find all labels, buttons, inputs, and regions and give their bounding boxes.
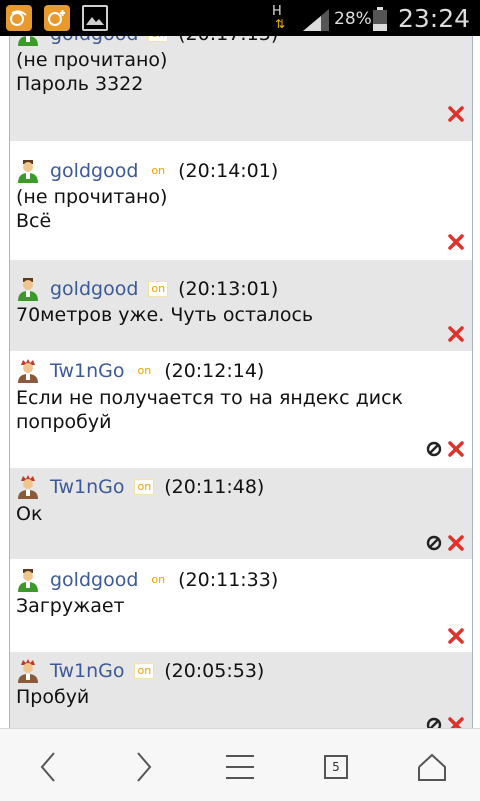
delete-icon[interactable] (448, 234, 464, 250)
home-button[interactable] (412, 747, 452, 787)
message-actions (426, 440, 464, 458)
online-badge: on (151, 573, 166, 586)
ban-icon[interactable] (426, 535, 442, 551)
forward-button[interactable] (124, 747, 164, 787)
message-header: Tw1nGo on (20:05:53) (16, 659, 264, 683)
delete-icon[interactable] (448, 535, 464, 551)
chat-message: goldgood on (20:13:01) 70метров уже. Чуть о… (10, 260, 472, 352)
chat-message: Tw1nGo on (20:11:48) Ок (10, 468, 472, 560)
message-body: Загружает (16, 594, 456, 618)
message-text-line: (не прочитано) (16, 186, 168, 208)
username-link[interactable]: Tw1nGo (50, 660, 124, 682)
message-header: goldgood on (20:13:01) (16, 277, 278, 301)
data-activity-icon: ⇅ (275, 17, 286, 31)
chat-message: Tw1nGo on (20:05:53) Пробуй (10, 652, 472, 728)
tabs-count: 5 (324, 755, 348, 779)
message-body: Если не получается то на яндекс диск попр… (16, 386, 456, 434)
message-time: (20:17:13) (178, 36, 278, 45)
message-text-line: Загружает (16, 595, 125, 617)
delete-icon[interactable] (448, 106, 464, 122)
menu-icon (226, 755, 254, 779)
signal-icon (303, 9, 329, 31)
online-badge: on (134, 479, 155, 495)
tabs-button[interactable]: 5 (316, 747, 356, 787)
message-actions (426, 716, 464, 728)
chat-message: Tw1nGo on (20:12:14) Если не получается то … (10, 352, 472, 468)
message-time: (20:11:33) (178, 569, 279, 591)
chevron-left-icon (40, 752, 55, 782)
ban-icon[interactable] (426, 717, 442, 728)
message-text-line: Всё (16, 210, 52, 232)
delete-icon[interactable] (448, 441, 464, 457)
username-link[interactable]: goldgood (50, 160, 138, 182)
message-text-line: (не прочитано) (16, 49, 168, 71)
message-body: Пробуй (16, 685, 456, 709)
username-link[interactable]: goldgood (50, 569, 138, 591)
brown-user-icon (18, 475, 38, 499)
clock: 23:24 (398, 4, 471, 33)
message-body: (не прочитано) Всё (16, 185, 456, 233)
uc-browser-icon (6, 5, 32, 31)
username-link[interactable]: goldgood (50, 278, 138, 300)
green-user-icon (18, 278, 38, 301)
delete-icon[interactable] (448, 628, 464, 644)
message-actions (448, 627, 464, 645)
status-bar: H ⇅ 28% 23:24 (0, 0, 480, 36)
browser-navbar: 5 (0, 728, 480, 801)
message-actions (426, 534, 464, 552)
brown-user-icon (18, 659, 38, 683)
message-header: goldgood on (20:17:13) (16, 36, 278, 46)
green-user-icon (18, 36, 38, 46)
message-text-line: Пробуй (16, 686, 90, 708)
message-text-line: Пароль 3322 (16, 73, 144, 95)
message-header: goldgood on (20:14:01) (16, 159, 278, 183)
message-actions (448, 233, 464, 251)
message-text-line: 70метров уже. Чуть осталось (16, 304, 314, 326)
chevron-right-icon (137, 752, 152, 782)
message-actions (448, 105, 464, 123)
username-link[interactable]: Tw1nGo (50, 360, 124, 382)
online-badge: on (148, 281, 169, 297)
message-time: (20:14:01) (178, 160, 279, 182)
green-user-icon (18, 160, 38, 183)
message-time: (20:12:14) (164, 360, 265, 382)
chat-list[interactable]: goldgoodon(20:17:13)(не прочитано)Пароль… (9, 36, 473, 728)
message-body: Ок (16, 502, 456, 526)
message-header: Tw1nGo on (20:12:14) (16, 359, 264, 383)
message-actions (448, 325, 464, 343)
online-badge: on (151, 164, 166, 177)
online-badge: on (148, 36, 169, 42)
username-link[interactable]: Tw1nGo (50, 476, 124, 498)
online-badge: on (134, 663, 155, 679)
message-header: Tw1nGo on (20:11:48) (16, 475, 264, 499)
back-button[interactable] (28, 747, 68, 787)
message-text-line: Ок (16, 503, 43, 525)
message-time: (20:11:48) (164, 476, 265, 498)
home-icon (418, 753, 446, 781)
message-body: 70метров уже. Чуть осталось (16, 303, 456, 327)
menu-button[interactable] (220, 747, 260, 787)
message-text-line: попробуй (16, 411, 112, 433)
username-link[interactable]: goldgood (50, 36, 138, 45)
message-time: (20:05:53) (164, 660, 265, 682)
delete-icon[interactable] (448, 326, 464, 342)
message-time: (20:13:01) (178, 278, 279, 300)
chat-message: goldgood on (20:11:33) Загружает (10, 560, 472, 652)
chat-message: goldgood on (20:17:13) (не прочитано)Пароль… (10, 36, 472, 142)
battery-icon (373, 7, 387, 31)
message-header: goldgood on (20:11:33) (16, 568, 278, 592)
chat-message: goldgood on (20:14:01) (не прочитано) Всё (10, 144, 472, 260)
message-body: (не прочитано) Пароль 3322 (16, 48, 456, 96)
delete-icon[interactable] (448, 717, 464, 728)
online-badge: on (137, 364, 152, 377)
green-user-icon (18, 569, 38, 592)
battery-percent: 28% (334, 9, 372, 29)
gallery-icon (82, 5, 108, 31)
message-text-line: Если не получается то на яндекс диск (16, 387, 403, 409)
ban-icon[interactable] (426, 441, 442, 457)
uc-download-icon (44, 5, 70, 31)
brown-user-icon (18, 359, 38, 383)
